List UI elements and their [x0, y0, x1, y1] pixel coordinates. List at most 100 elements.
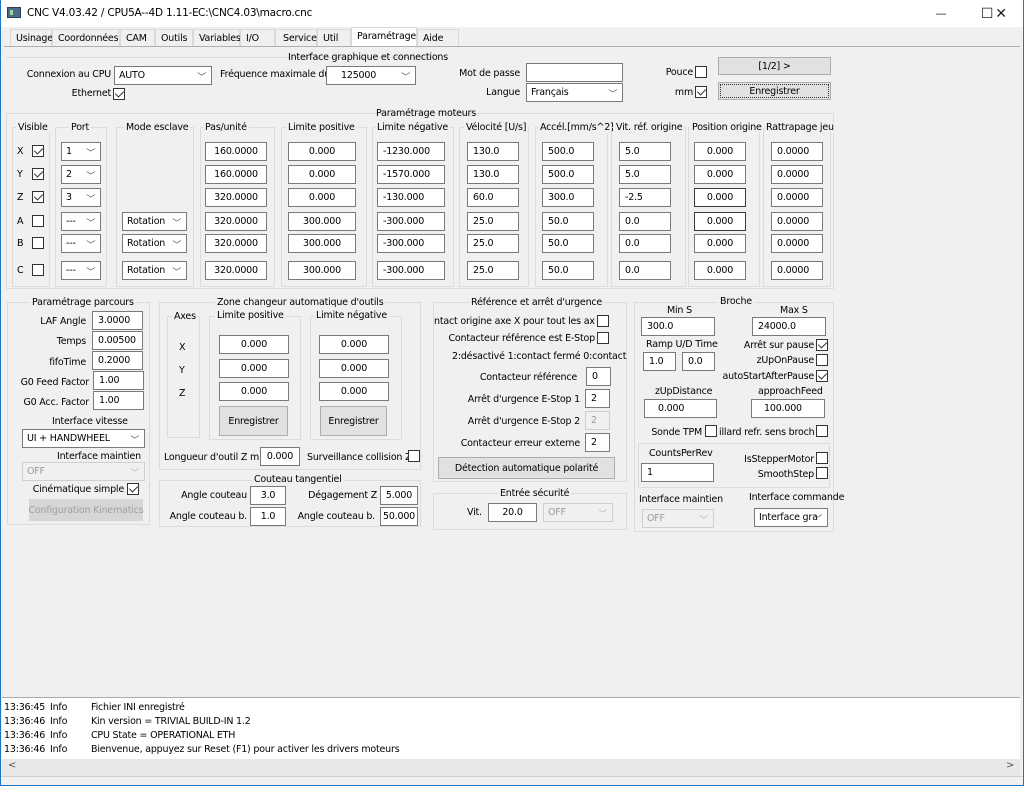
tab-service[interactable]: Service: [275, 29, 317, 46]
axis-c-port-select[interactable]: --- ﹀: [61, 261, 101, 280]
log-horizontal-scrollbar[interactable]: < >: [2, 759, 1020, 776]
knife-angle-input[interactable]: 3.0: [250, 486, 286, 505]
scroll-left-icon[interactable]: <: [8, 760, 16, 771]
axis-z-steps-input[interactable]: 320.0000: [205, 188, 267, 207]
laf-angle-input[interactable]: 3.0000: [92, 311, 143, 330]
axis-b-acc-input[interactable]: 50.0: [542, 234, 594, 253]
axis-z-port-select[interactable]: 3 ﹀: [61, 188, 101, 207]
zup-on-pause-checkbox[interactable]: [816, 354, 828, 366]
minimize-button[interactable]: —: [918, 0, 964, 27]
axis-b-pos-input[interactable]: 300.000: [288, 234, 356, 253]
axis-z-pos-input[interactable]: 0.000: [288, 188, 356, 207]
min-s-input[interactable]: 300.0: [641, 317, 715, 336]
axis-y-neg-input[interactable]: -1570.000: [377, 165, 445, 184]
tc-save-neg-button[interactable]: Enregistrer: [320, 406, 387, 436]
axis-b-vel-input[interactable]: 25.0: [467, 234, 519, 253]
knife-lift-input[interactable]: 5.000: [380, 486, 418, 505]
ramp-down-input[interactable]: 0.0: [682, 352, 715, 371]
password-input[interactable]: [526, 63, 623, 82]
axis-b-steps-input[interactable]: 320.0000: [205, 234, 267, 253]
axis-b-slave-select[interactable]: Rotation ﹀: [122, 234, 187, 253]
axis-z-vel-input[interactable]: 60.0: [467, 188, 519, 207]
axis-c-steps-input[interactable]: 320.0000: [205, 261, 267, 280]
tc-neglimit-z-input[interactable]: 0.000: [319, 382, 389, 401]
inch-checkbox[interactable]: [695, 66, 707, 78]
safety-mode-select[interactable]: OFF ﹀: [543, 503, 613, 522]
axis-c-hs-input[interactable]: 0.0: [619, 261, 671, 280]
axis-c-vel-input[interactable]: 25.0: [467, 261, 519, 280]
tab-outils[interactable]: Outils: [155, 29, 193, 46]
x-home-all-checkbox[interactable]: [597, 315, 609, 327]
axis-z-hp-input[interactable]: 0.000: [694, 188, 746, 207]
collision-z-checkbox[interactable]: [408, 450, 420, 462]
axis-b-bl-input[interactable]: 0.0000: [771, 234, 823, 253]
axis-z-acc-input[interactable]: 300.0: [542, 188, 594, 207]
spindle-dir-checkbox[interactable]: [816, 425, 828, 437]
axis-x-hp-input[interactable]: 0.000: [694, 142, 746, 161]
tab-parametrage[interactable]: Paramétrage: [351, 27, 417, 46]
tc-poslimit-x-input[interactable]: 0.000: [219, 335, 289, 354]
tab-cam[interactable]: CAM: [120, 29, 155, 46]
axis-y-hp-input[interactable]: 0.000: [694, 165, 746, 184]
ref-switch-input[interactable]: 0: [586, 367, 611, 386]
axis-a-vel-input[interactable]: 25.0: [467, 212, 519, 231]
axis-y-bl-input[interactable]: 0.0000: [771, 165, 823, 184]
hold-interface-select[interactable]: OFF ﹀: [22, 462, 145, 481]
axis-c-visible-checkbox[interactable]: [32, 264, 44, 276]
smooth-step-checkbox[interactable]: [816, 467, 828, 479]
ramp-up-input[interactable]: 1.0: [643, 352, 676, 371]
tab-coordonnees[interactable]: Coordonnées: [52, 29, 120, 46]
axis-a-slave-select[interactable]: Rotation ﹀: [122, 212, 187, 231]
axis-x-visible-checkbox[interactable]: [32, 145, 44, 157]
axis-z-visible-checkbox[interactable]: [32, 191, 44, 203]
save-settings-button[interactable]: Enregistrer: [718, 82, 831, 100]
mm-checkbox[interactable]: [695, 86, 707, 98]
axis-b-hs-input[interactable]: 0.0: [619, 234, 671, 253]
estop1-input[interactable]: 2: [585, 389, 610, 408]
stop-on-pause-checkbox[interactable]: [816, 339, 828, 351]
knife-angle-b-input[interactable]: 1.0: [250, 507, 286, 526]
counts-per-rev-input[interactable]: 1: [641, 463, 714, 482]
axis-a-visible-checkbox[interactable]: [32, 215, 44, 227]
axis-y-vel-input[interactable]: 130.0: [467, 165, 519, 184]
stepper-motor-checkbox[interactable]: [816, 452, 828, 464]
approach-feed-input[interactable]: 100.000: [751, 399, 825, 418]
axis-b-port-select[interactable]: --- ﹀: [61, 234, 101, 253]
scroll-right-icon[interactable]: >: [1006, 760, 1014, 771]
axis-x-vel-input[interactable]: 130.0: [467, 142, 519, 161]
time-input[interactable]: 0.00500: [92, 331, 143, 350]
axis-x-steps-input[interactable]: 160.0000: [205, 142, 267, 161]
ext-error-input[interactable]: 2: [585, 433, 610, 452]
axis-y-acc-input[interactable]: 500.0: [542, 165, 594, 184]
axis-y-steps-input[interactable]: 160.0000: [205, 165, 267, 184]
knife-angle-b2-input[interactable]: 50.000: [380, 507, 418, 526]
axis-y-pos-input[interactable]: 0.000: [288, 165, 356, 184]
tab-usinage[interactable]: Usinage: [10, 29, 53, 46]
axis-a-pos-input[interactable]: 300.000: [288, 212, 356, 231]
tpm-probe-checkbox[interactable]: [705, 425, 717, 437]
tab-aide[interactable]: Aide: [417, 29, 459, 46]
axis-c-hp-input[interactable]: 0.000: [694, 261, 746, 280]
fifo-time-input[interactable]: 0.2000: [92, 351, 143, 370]
next-page-button[interactable]: [1/2] >: [718, 57, 831, 75]
axis-c-slave-select[interactable]: Rotation ﹀: [122, 261, 187, 280]
kinematics-config-button[interactable]: Configuration Kinematics: [29, 499, 144, 521]
axis-b-hp-input[interactable]: 0.000: [694, 234, 746, 253]
axis-x-pos-input[interactable]: 0.000: [288, 142, 356, 161]
axis-c-pos-input[interactable]: 300.000: [288, 261, 356, 280]
ref-is-estop-checkbox[interactable]: [597, 332, 609, 344]
axis-c-acc-input[interactable]: 50.0: [542, 261, 594, 280]
axis-z-hs-input[interactable]: -2.5: [619, 188, 671, 207]
axis-x-neg-input[interactable]: -1230.000: [377, 142, 445, 161]
axis-x-bl-input[interactable]: 0.0000: [771, 142, 823, 161]
axis-a-acc-input[interactable]: 50.0: [542, 212, 594, 231]
auto-start-checkbox[interactable]: [816, 370, 828, 382]
g0-feed-input[interactable]: 1.00: [93, 371, 144, 390]
tc-poslimit-y-input[interactable]: 0.000: [219, 359, 289, 378]
axis-y-port-select[interactable]: 2 ﹀: [61, 165, 101, 184]
axis-a-hs-input[interactable]: 0.0: [619, 212, 671, 231]
tc-neglimit-y-input[interactable]: 0.000: [319, 359, 389, 378]
axis-a-neg-input[interactable]: -300.000: [377, 212, 445, 231]
max-frequency-select[interactable]: 125000 ﹀: [326, 66, 416, 85]
language-select[interactable]: Français ﹀: [526, 83, 623, 102]
